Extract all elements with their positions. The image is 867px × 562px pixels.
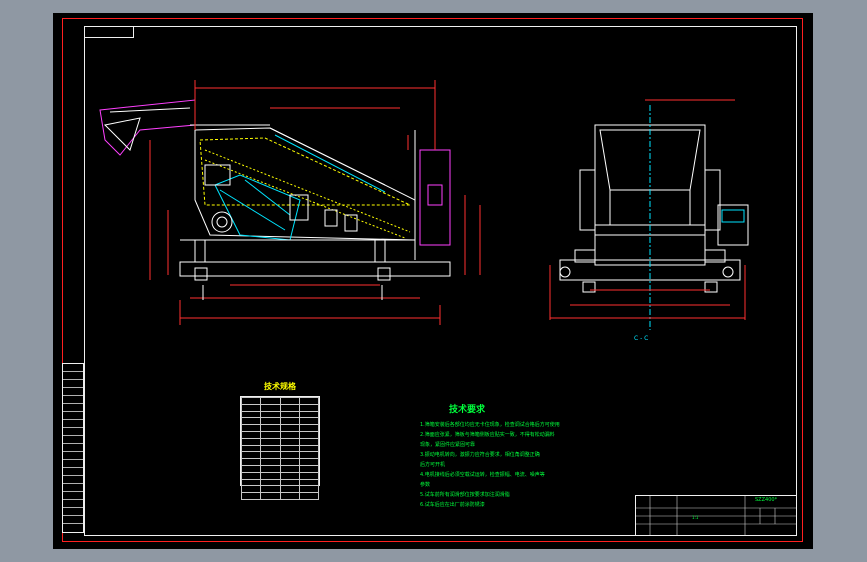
spec-cell [279, 403, 300, 412]
drawing-code: SZZ400* [755, 497, 778, 503]
spec-cell [279, 464, 300, 473]
spec-table-title: 技术规格 [264, 382, 296, 391]
spec-cell [298, 397, 320, 405]
tech-note: 6.试车后应在出厂前涂防锈漆 [420, 502, 485, 508]
spec-cell [240, 464, 262, 473]
spec-cell [240, 424, 262, 432]
spec-cell [279, 478, 300, 487]
spec-cell [279, 397, 300, 405]
tech-note: 后方可开机 [420, 462, 446, 468]
spec-cell [260, 437, 281, 446]
spec-cell [298, 424, 320, 432]
spec-cell [240, 471, 262, 480]
spec-cell [279, 458, 300, 466]
spec-row [240, 410, 320, 419]
tech-note: 现象，紧固件应紧固可靠 [420, 442, 476, 448]
spec-cell [240, 492, 262, 500]
spec-cell [298, 464, 320, 473]
spec-cell [240, 485, 262, 494]
spec-cell [260, 471, 281, 480]
spec-row [240, 464, 320, 473]
spec-cell [260, 464, 281, 473]
spec-cell [240, 458, 262, 466]
spec-row [240, 492, 320, 500]
spec-cell [240, 417, 262, 426]
spec-cell [298, 485, 320, 494]
tech-note: 1.筛箱安装后各部位均应无卡住现象，检查调试合格后方可使用 [420, 422, 560, 428]
cad-viewer: C - C 技术要求 1.筛箱安装后各部位均应无卡住现象，检查调试合格后方可使用… [0, 0, 867, 562]
spec-cell [240, 430, 262, 439]
spec-cell [298, 417, 320, 426]
tech-requirements-notes: 1.筛箱安装后各部位均应无卡住现象，检查调试合格后方可使用 2.筛面应张紧，筛板… [420, 420, 560, 510]
spec-row [240, 437, 320, 446]
drawing-scale: 1:1 [692, 515, 699, 520]
spec-cell [279, 471, 300, 480]
spec-row [240, 485, 320, 494]
spec-row [240, 458, 320, 466]
spec-cell [260, 444, 281, 453]
front-view [99, 80, 481, 325]
spec-cell [298, 430, 320, 439]
spec-cell [298, 471, 320, 480]
spec-cell [279, 417, 300, 426]
spec-cell [240, 451, 262, 460]
spec-cell [240, 410, 262, 419]
spec-cell [240, 437, 262, 446]
spec-row [240, 403, 320, 412]
spec-cell [240, 478, 262, 487]
spec-cell [279, 485, 300, 494]
tech-note: 4.电机接线后必须空载试运转，检查振幅、电流、噪声等 [420, 472, 545, 478]
side-view [549, 99, 749, 330]
spec-cell [279, 424, 300, 432]
spec-cell [260, 403, 281, 412]
tech-note: 3.振动电机转向，激振力应符合要求，相位角调整正确 [420, 452, 540, 458]
spec-row [240, 444, 320, 453]
spec-row [240, 424, 320, 432]
spec-cell [279, 492, 300, 500]
spec-cell [298, 444, 320, 453]
tech-note: 5.试车前所有润滑部位按要求加注润滑脂 [420, 492, 510, 498]
tech-note: 参数 [420, 482, 431, 488]
spec-row [240, 430, 320, 439]
spec-cell [260, 492, 281, 500]
spec-cell [240, 444, 262, 453]
base-frame [179, 261, 451, 277]
spec-cell [298, 403, 320, 412]
spec-row [240, 417, 320, 426]
spec-cell [260, 451, 281, 460]
tech-requirements-title: 技术要求 [449, 405, 486, 415]
spec-cell [260, 485, 281, 494]
spec-cell [260, 430, 281, 439]
spec-cell [279, 444, 300, 453]
revision-block [62, 363, 84, 533]
spec-cell [298, 451, 320, 460]
spec-cell [260, 478, 281, 487]
spec-row [240, 451, 320, 460]
spec-row [240, 397, 320, 405]
spec-row [240, 478, 320, 487]
tech-note: 2.筛面应张紧，筛板与筛箱侧板应贴实一致，不得有松动漏料 [420, 432, 555, 438]
spec-cell [298, 437, 320, 446]
spec-cell [298, 458, 320, 466]
section-view-label: C - C [634, 335, 649, 342]
spec-cell [279, 410, 300, 419]
spec-cell [279, 451, 300, 460]
spec-cell [260, 417, 281, 426]
discharge-housing [419, 149, 451, 246]
spec-cell [298, 492, 320, 500]
spec-cell [260, 424, 281, 432]
spec-table [240, 396, 320, 500]
spec-cell [298, 410, 320, 419]
spec-cell [240, 403, 262, 412]
spec-cell [260, 410, 281, 419]
spec-cell [260, 458, 281, 466]
spec-cell [240, 397, 262, 405]
spec-row [240, 471, 320, 480]
spec-cell [279, 430, 300, 439]
spec-cell [298, 478, 320, 487]
spec-cell [260, 397, 281, 405]
spec-cell [279, 437, 300, 446]
